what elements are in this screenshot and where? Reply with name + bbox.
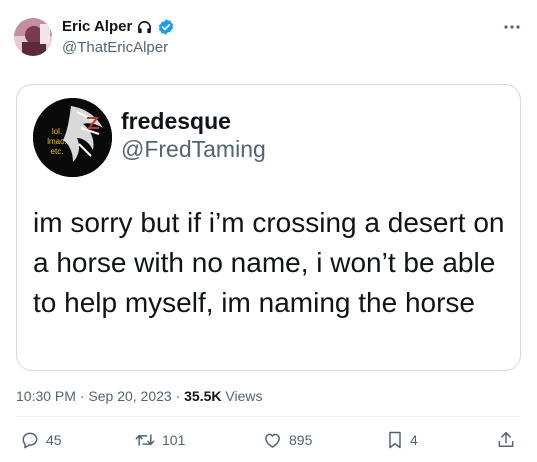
avatar-caption-line-1: lol. bbox=[52, 127, 62, 136]
like-count: 895 bbox=[289, 432, 313, 448]
headphones-icon bbox=[138, 20, 152, 33]
heart-icon bbox=[265, 433, 280, 448]
author-avatar-image bbox=[14, 18, 52, 56]
reply-count: 45 bbox=[46, 432, 62, 448]
share-icon bbox=[498, 431, 514, 447]
meta-separator: · bbox=[175, 388, 181, 404]
bookmark-button[interactable]: 4 bbox=[386, 428, 418, 452]
quoted-avatar-image: lol. lmao. etc. bbox=[33, 98, 112, 177]
bookmark-count: 4 bbox=[410, 432, 418, 448]
avatar-caption-line-3: etc. bbox=[51, 147, 64, 156]
bookmark-icon bbox=[389, 431, 401, 449]
retweet-count: 101 bbox=[162, 432, 186, 448]
quoted-author-avatar[interactable]: lol. lmao. etc. bbox=[33, 98, 112, 177]
share-button[interactable] bbox=[496, 428, 516, 452]
avatar-caption-line-2: lmao. bbox=[47, 137, 67, 146]
quoted-author-handle[interactable]: @FredTaming bbox=[121, 135, 266, 163]
author-name-row[interactable]: Eric Alper bbox=[62, 17, 175, 37]
more-dots-icon bbox=[504, 25, 520, 29]
meta-separator: · bbox=[79, 388, 85, 404]
author-name[interactable]: Eric Alper bbox=[62, 17, 132, 37]
tweet-time[interactable]: 10:30 PM bbox=[16, 388, 76, 404]
quoted-author-name[interactable]: fredesque bbox=[121, 107, 231, 135]
like-button[interactable]: 895 bbox=[262, 428, 312, 452]
tweet-date[interactable]: Sep 20, 2023 bbox=[88, 388, 171, 404]
views-count[interactable]: 35.5K bbox=[184, 388, 221, 404]
more-options-button[interactable] bbox=[501, 16, 523, 38]
retweet-button[interactable]: 101 bbox=[134, 428, 185, 452]
author-handle[interactable]: @ThatEricAlper bbox=[62, 38, 168, 58]
tweet-meta: 10:30 PM · Sep 20, 2023 · 35.5K Views bbox=[16, 387, 262, 405]
quoted-tweet-text: im sorry but if i’m crossing a desert on… bbox=[33, 207, 505, 318]
reply-button[interactable]: 45 bbox=[20, 428, 62, 452]
quoted-tweet-card[interactable]: lol. lmao. etc. fredesque @FredTaming im… bbox=[16, 84, 521, 371]
verified-badge-icon bbox=[159, 19, 174, 35]
reply-icon bbox=[22, 432, 38, 449]
views-label: Views bbox=[225, 388, 263, 404]
divider bbox=[16, 416, 521, 417]
author-avatar[interactable] bbox=[14, 18, 52, 56]
retweet-icon bbox=[135, 434, 155, 446]
